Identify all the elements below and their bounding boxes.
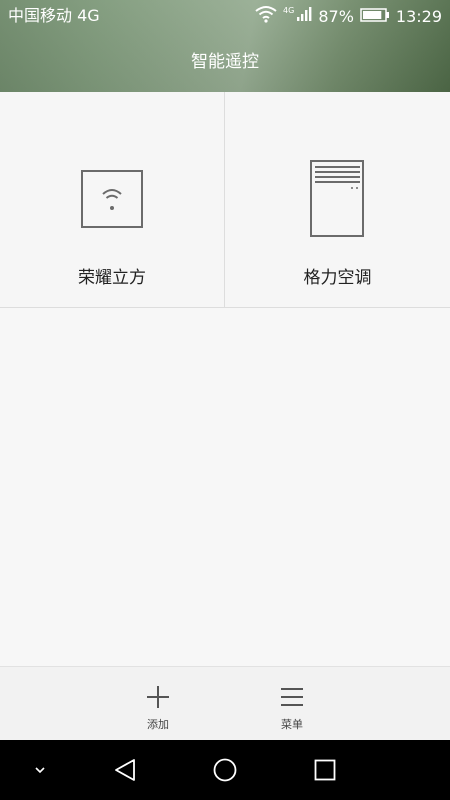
device-name: 格力空调 (303, 268, 372, 288)
title-bar: 智能遥控 (0, 32, 450, 92)
recents-icon (314, 759, 336, 781)
empty-content-area (0, 308, 450, 666)
add-button-label: 添加 (147, 718, 169, 731)
menu-button-label: 菜单 (281, 718, 303, 731)
bottom-action-bar: 添加 菜单 (0, 666, 450, 741)
device-card-gree-ac[interactable]: 格力空调 (225, 92, 450, 307)
menu-button[interactable]: 菜单 (252, 667, 332, 741)
device-card-honor-cube[interactable]: 荣耀立方 (0, 92, 225, 307)
hamburger-menu-icon (281, 688, 303, 706)
device-grid: 荣耀立方 格力空调 (0, 92, 450, 308)
clock: 13:29 (395, 6, 442, 26)
battery-percent: 87% (318, 6, 354, 26)
back-button[interactable] (107, 752, 143, 788)
network-type-label: 4G (283, 5, 295, 15)
system-navigation-bar (0, 740, 450, 800)
carrier-label: 中国移动 4G (8, 6, 100, 25)
app-screen: 中国移动 4G 4G 87% 13:29 智能遥控 荣耀立方 格力空调 添加 菜… (0, 0, 450, 800)
home-icon (213, 758, 237, 782)
header: 中国移动 4G 4G 87% 13:29 智能遥控 (0, 0, 450, 92)
chevron-down-icon (35, 767, 45, 774)
plus-icon (147, 686, 169, 708)
wifi-icon (255, 5, 277, 27)
status-indicators: 4G 87% 13:29 (255, 5, 442, 27)
recents-button[interactable] (307, 752, 343, 788)
device-name: 荣耀立方 (78, 268, 146, 288)
status-bar: 中国移动 4G 4G 87% 13:29 (0, 0, 450, 32)
home-button[interactable] (207, 752, 243, 788)
battery-icon (360, 7, 390, 26)
air-conditioner-icon (309, 160, 366, 242)
add-button[interactable]: 添加 (118, 667, 198, 741)
page-title: 智能遥控 (191, 52, 259, 72)
hide-nav-button[interactable] (22, 752, 58, 788)
wifi-box-icon (81, 170, 143, 232)
back-icon (115, 759, 135, 781)
signal-icon (296, 6, 312, 26)
